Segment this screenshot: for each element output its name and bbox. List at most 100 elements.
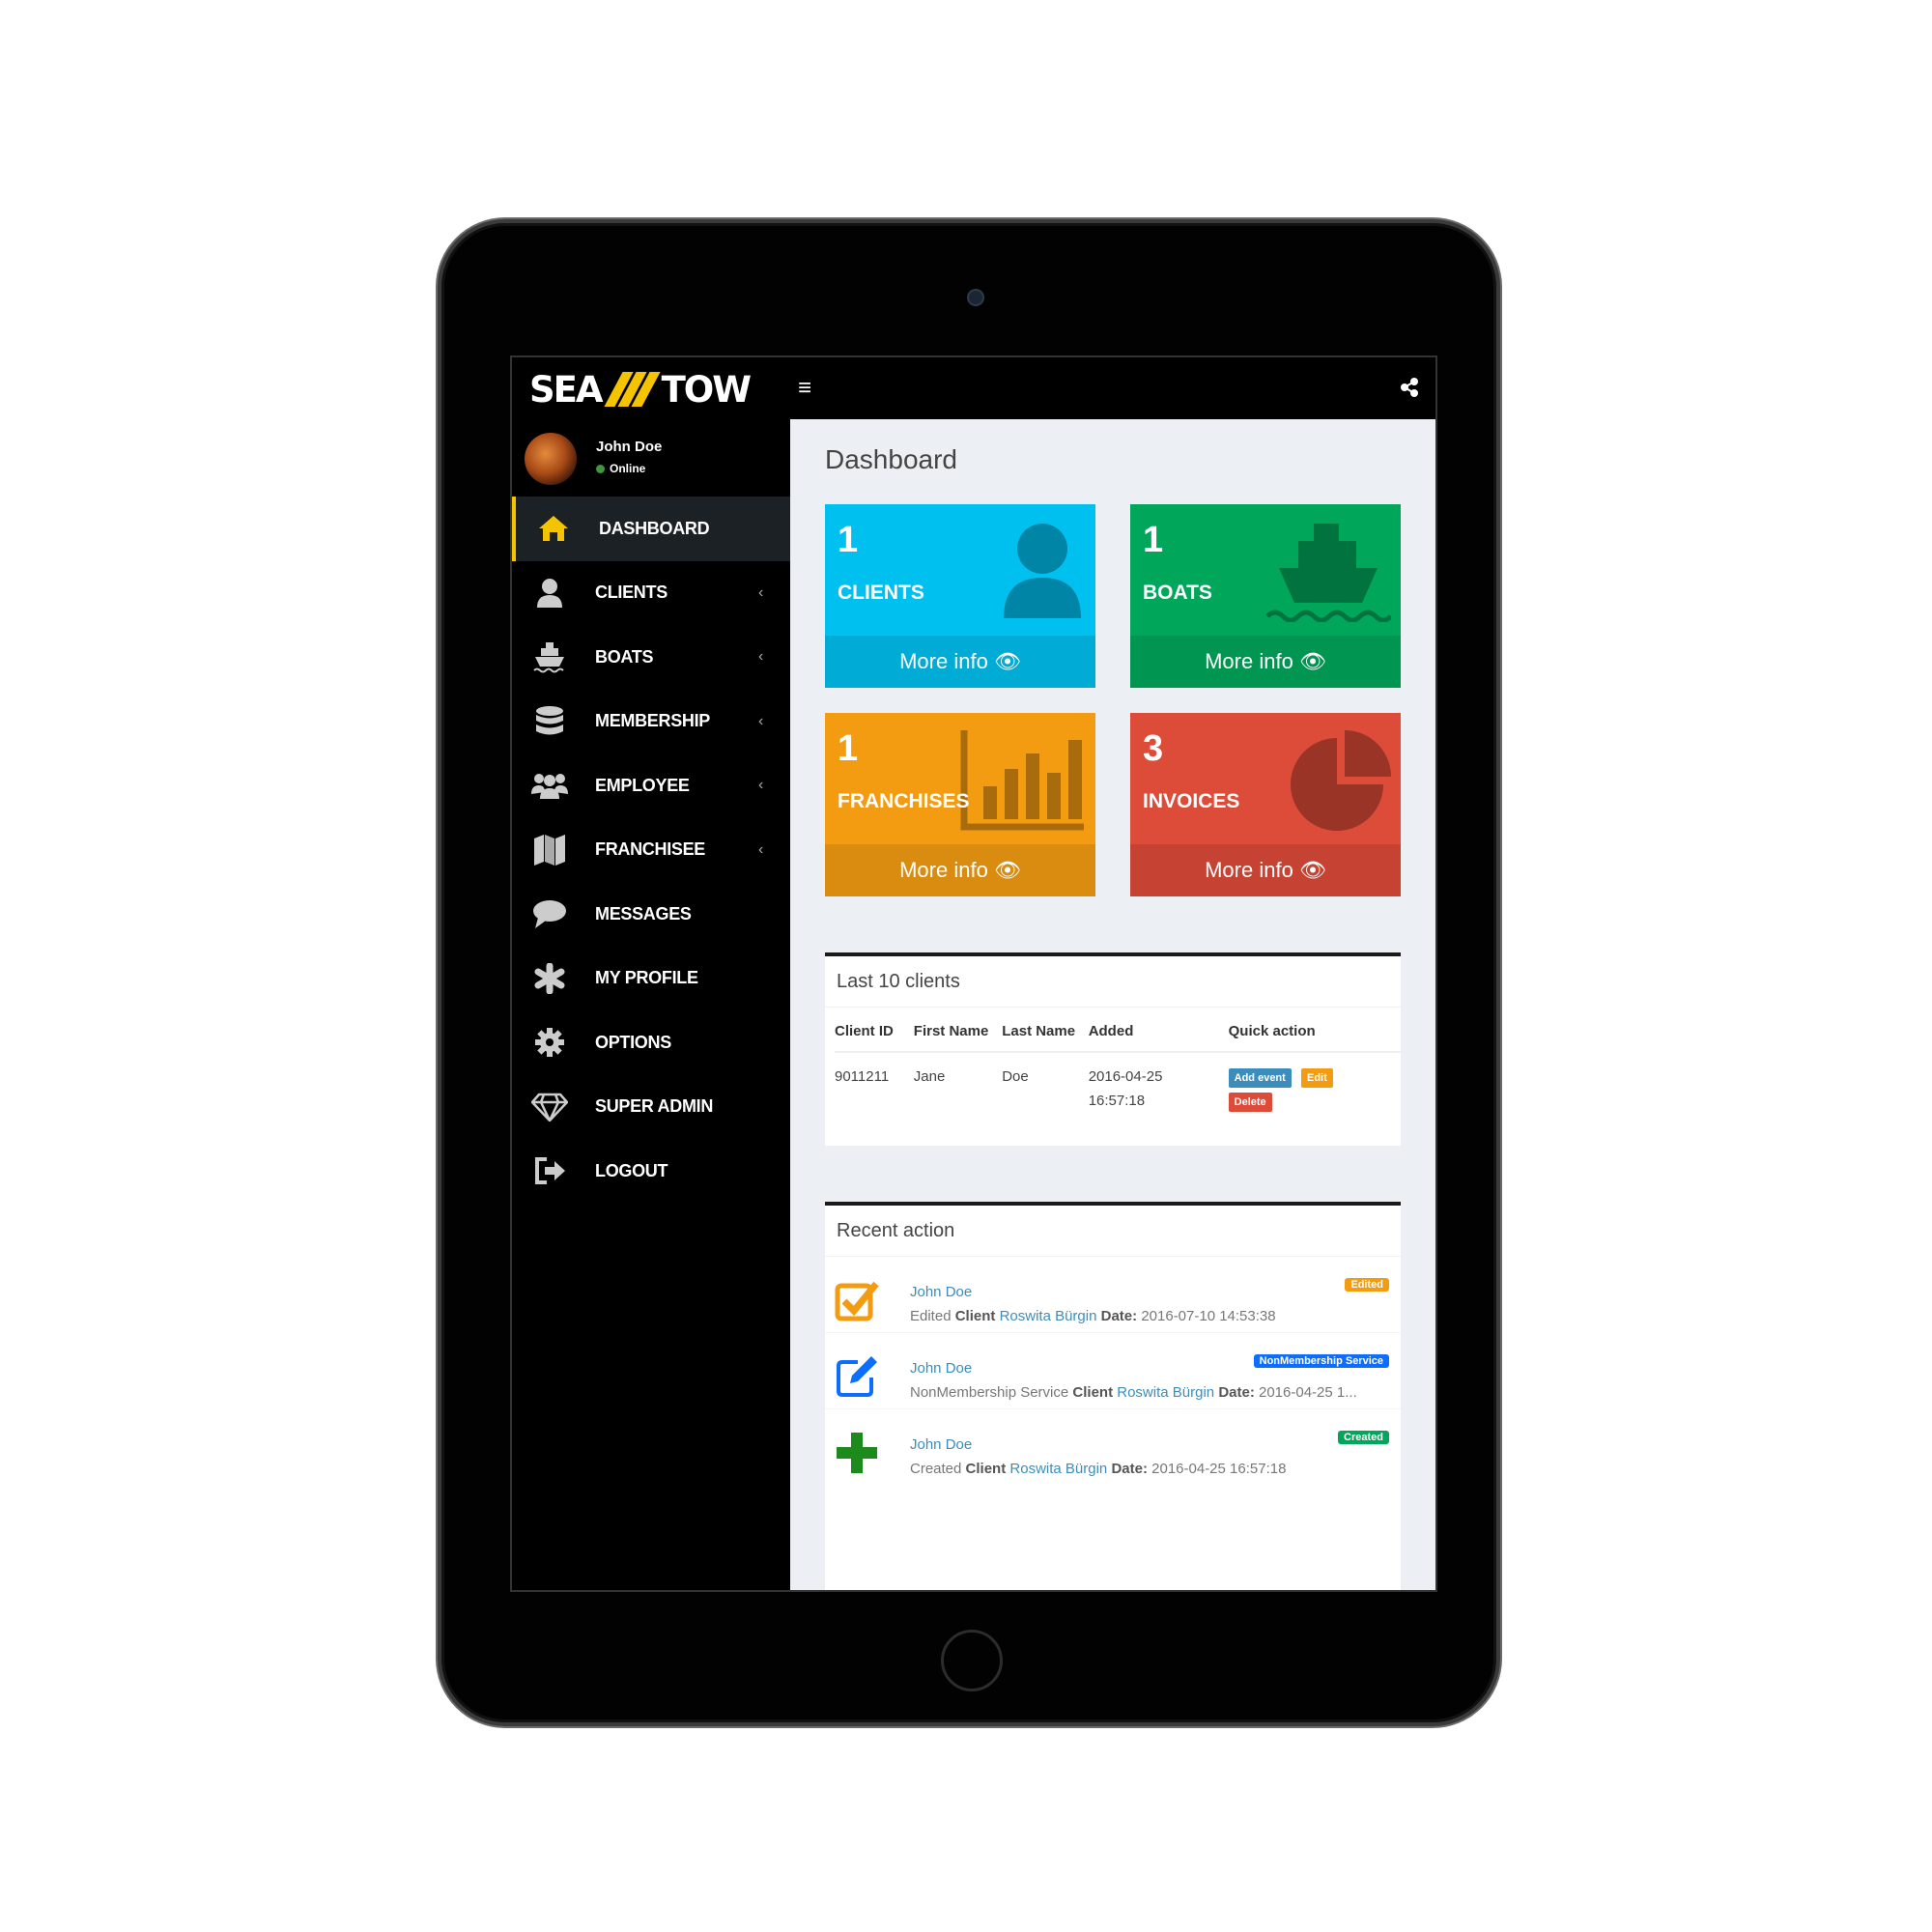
more-info-label: More info xyxy=(1205,649,1293,673)
share-icon[interactable] xyxy=(1399,377,1420,398)
sidebar-item-franchisee[interactable]: FRANCHISEE ‹ xyxy=(512,818,790,883)
stat-label: CLIENTS xyxy=(838,582,924,604)
sidebar-item-label: MEMBERSHIP xyxy=(595,711,711,731)
status-badge: Created xyxy=(1338,1431,1389,1444)
more-info-link[interactable]: More info 👁 xyxy=(1130,636,1401,688)
sidebar-item-label: MESSAGES xyxy=(595,903,692,923)
sign-out-icon xyxy=(531,1152,568,1189)
users-icon xyxy=(531,767,568,804)
stat-box-clients[interactable]: 1 CLIENTS More info 👁 xyxy=(825,504,1095,688)
home-icon xyxy=(535,510,572,547)
stat-value: 3 xyxy=(1143,728,1164,769)
user-icon xyxy=(531,575,568,611)
client-id-cell: 9011211 xyxy=(835,1068,890,1085)
client-link[interactable]: Roswita Bürgin xyxy=(1000,1308,1097,1324)
plus-icon xyxy=(837,1433,877,1473)
sidebar-item-logout[interactable]: LOGOUT xyxy=(512,1139,790,1204)
last-clients-panel: Last 10 clients Client ID First Name Las… xyxy=(825,952,1401,1146)
ship-icon xyxy=(531,639,568,675)
avatar[interactable] xyxy=(525,433,577,485)
sidebar-item-clients[interactable]: CLIENTS ‹ xyxy=(512,561,790,626)
pie-chart-icon xyxy=(1291,730,1391,831)
database-icon xyxy=(531,703,568,740)
more-info-link[interactable]: More info 👁 xyxy=(1130,844,1401,896)
more-info-label: More info xyxy=(899,649,988,673)
quick-action-cell: Add event Edit Delete xyxy=(1228,1052,1401,1121)
action-description: Edited Client Roswita Bürgin Date: 2016-… xyxy=(910,1308,1276,1324)
edit-button[interactable]: Edit xyxy=(1301,1068,1333,1088)
add-event-button[interactable]: Add event xyxy=(1228,1068,1292,1088)
sidebar-item-employee[interactable]: EMPLOYEE ‹ xyxy=(512,753,790,818)
stat-label: INVOICES xyxy=(1143,790,1240,812)
map-icon xyxy=(531,832,568,868)
ship-icon xyxy=(1265,524,1391,622)
column-header: Client ID xyxy=(835,1023,894,1039)
user-status-label: Online xyxy=(610,462,646,475)
eye-icon: 👁 xyxy=(1298,858,1326,882)
logo-text-left: SEA xyxy=(529,368,604,411)
gear-icon xyxy=(531,1024,568,1061)
client-link[interactable]: Roswita Bürgin xyxy=(1009,1461,1107,1477)
last-name-cell: Doe xyxy=(1002,1068,1029,1085)
edit-icon xyxy=(837,1356,877,1397)
sidebar-menu: DASHBOARD CLIENTS ‹ BOATS ‹ MEMBERSHIP ‹… xyxy=(512,497,790,1204)
more-info-link[interactable]: More info 👁 xyxy=(825,844,1095,896)
eye-icon: 👁 xyxy=(993,649,1021,673)
recent-action-panel: Recent action John Doe Edited Client Ros… xyxy=(825,1202,1401,1590)
sidebar-item-label: BOATS xyxy=(595,646,654,667)
table-header-row: Client ID First Name Last Name Added Qui… xyxy=(835,1008,1401,1052)
logo-text-right: TOW xyxy=(661,368,753,411)
action-description: NonMembership Service Client Roswita Bür… xyxy=(910,1384,1357,1401)
column-header: First Name xyxy=(913,1023,989,1039)
stat-value: 1 xyxy=(838,520,859,560)
stat-box-boats[interactable]: 1 BOATS More info 👁 xyxy=(1130,504,1401,688)
main-content: Dashboard 1 CLIENTS More info 👁 1 BOATS … xyxy=(790,419,1435,1590)
sidebar-item-boats[interactable]: BOATS ‹ xyxy=(512,625,790,690)
sidebar-item-label: LOGOUT xyxy=(595,1160,668,1180)
stat-box-invoices[interactable]: 3 INVOICES More info 👁 xyxy=(1130,713,1401,896)
top-navbar: SEA TOW ≡ xyxy=(512,357,1435,419)
panel-title: Last 10 clients xyxy=(825,956,1401,1008)
home-button[interactable] xyxy=(941,1630,1003,1691)
more-info-link[interactable]: More info 👁 xyxy=(825,636,1095,688)
sidebar-item-options[interactable]: OPTIONS xyxy=(512,1010,790,1075)
user-name: John Doe xyxy=(596,439,663,455)
stat-label: FRANCHISES xyxy=(838,790,970,812)
actor-link[interactable]: John Doe xyxy=(910,1284,972,1300)
panel-title: Recent action xyxy=(825,1206,1401,1257)
stat-value: 1 xyxy=(1143,520,1164,560)
client-link[interactable]: Roswita Bürgin xyxy=(1117,1384,1214,1401)
sidebar-item-label: MY PROFILE xyxy=(595,968,698,988)
sidebar-item-super-admin[interactable]: SUPER ADMIN xyxy=(512,1075,790,1140)
sidebar-item-label: DASHBOARD xyxy=(599,518,710,538)
status-badge: NonMembership Service xyxy=(1253,1354,1389,1368)
sidebar-item-messages[interactable]: MESSAGES xyxy=(512,882,790,947)
stat-box-franchises[interactable]: 1 FRANCHISES More info 👁 xyxy=(825,713,1095,896)
column-header: Added xyxy=(1088,1023,1134,1039)
seatow-logo[interactable]: SEA TOW xyxy=(529,368,753,411)
screen: SEA TOW ≡ John Doe Online DASHBOARD CLIE… xyxy=(510,355,1437,1592)
chevron-left-icon: ‹ xyxy=(758,840,764,858)
menu-toggle-icon[interactable]: ≡ xyxy=(798,375,811,402)
comment-icon xyxy=(531,895,568,932)
delete-button[interactable]: Delete xyxy=(1228,1093,1272,1112)
sidebar-item-my-profile[interactable]: MY PROFILE xyxy=(512,947,790,1011)
chevron-left-icon: ‹ xyxy=(758,712,764,729)
stat-label: BOATS xyxy=(1143,582,1212,604)
diamond-icon xyxy=(531,1089,568,1125)
actor-link[interactable]: John Doe xyxy=(910,1360,972,1377)
column-header: Last Name xyxy=(1002,1023,1076,1039)
sidebar-item-membership[interactable]: MEMBERSHIP ‹ xyxy=(512,690,790,754)
sidebar-item-label: SUPER ADMIN xyxy=(595,1096,714,1117)
sidebar-item-label: CLIENTS xyxy=(595,582,668,603)
asterisk-icon xyxy=(531,960,568,997)
clients-table: Client ID First Name Last Name Added Qui… xyxy=(835,1008,1401,1121)
column-header: Quick action xyxy=(1228,1023,1316,1039)
table-row: 9011211 Jane Doe 2016-04-25 16:57:18 Add … xyxy=(835,1052,1401,1121)
list-item: John Doe Edited Client Roswita Bürgin Da… xyxy=(825,1257,1401,1333)
sidebar-item-label: EMPLOYEE xyxy=(595,775,690,795)
actor-link[interactable]: John Doe xyxy=(910,1436,972,1453)
stat-value: 1 xyxy=(838,728,859,769)
sidebar-item-label: FRANCHISEE xyxy=(595,839,706,860)
sidebar-item-dashboard[interactable]: DASHBOARD xyxy=(512,497,790,561)
